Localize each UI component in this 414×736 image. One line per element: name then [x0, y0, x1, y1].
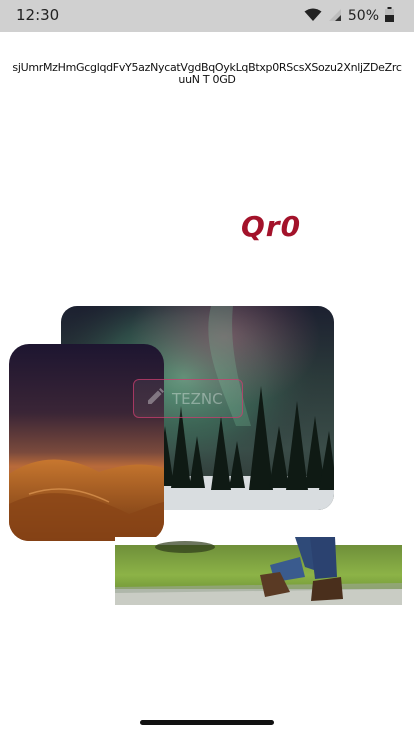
battery-icon	[385, 6, 394, 26]
battery-percentage: 50%	[347, 8, 379, 24]
home-indicator[interactable]	[140, 720, 274, 725]
accent-title: Qr0	[241, 210, 302, 243]
header-text: sjUmrMzHmGcglqdFvY5azNycatVgdBqOykLqBtxp…	[12, 61, 402, 86]
wifi-icon	[304, 7, 322, 26]
signal-icon	[328, 7, 342, 26]
desert-photo	[9, 344, 164, 541]
pencil-icon	[146, 387, 164, 410]
app-screen: 12:30 50% sjUmrMzHmGcglqdFvY5azNycatVgdB…	[0, 0, 414, 736]
status-bar: 12:30 50%	[0, 0, 414, 32]
status-icons: 50%	[304, 6, 394, 26]
status-time: 12:30	[16, 6, 60, 24]
edit-chip-label: TEZNC	[172, 389, 223, 408]
edit-chip-button[interactable]: TEZNC	[133, 379, 243, 418]
walking-photo	[115, 537, 402, 605]
